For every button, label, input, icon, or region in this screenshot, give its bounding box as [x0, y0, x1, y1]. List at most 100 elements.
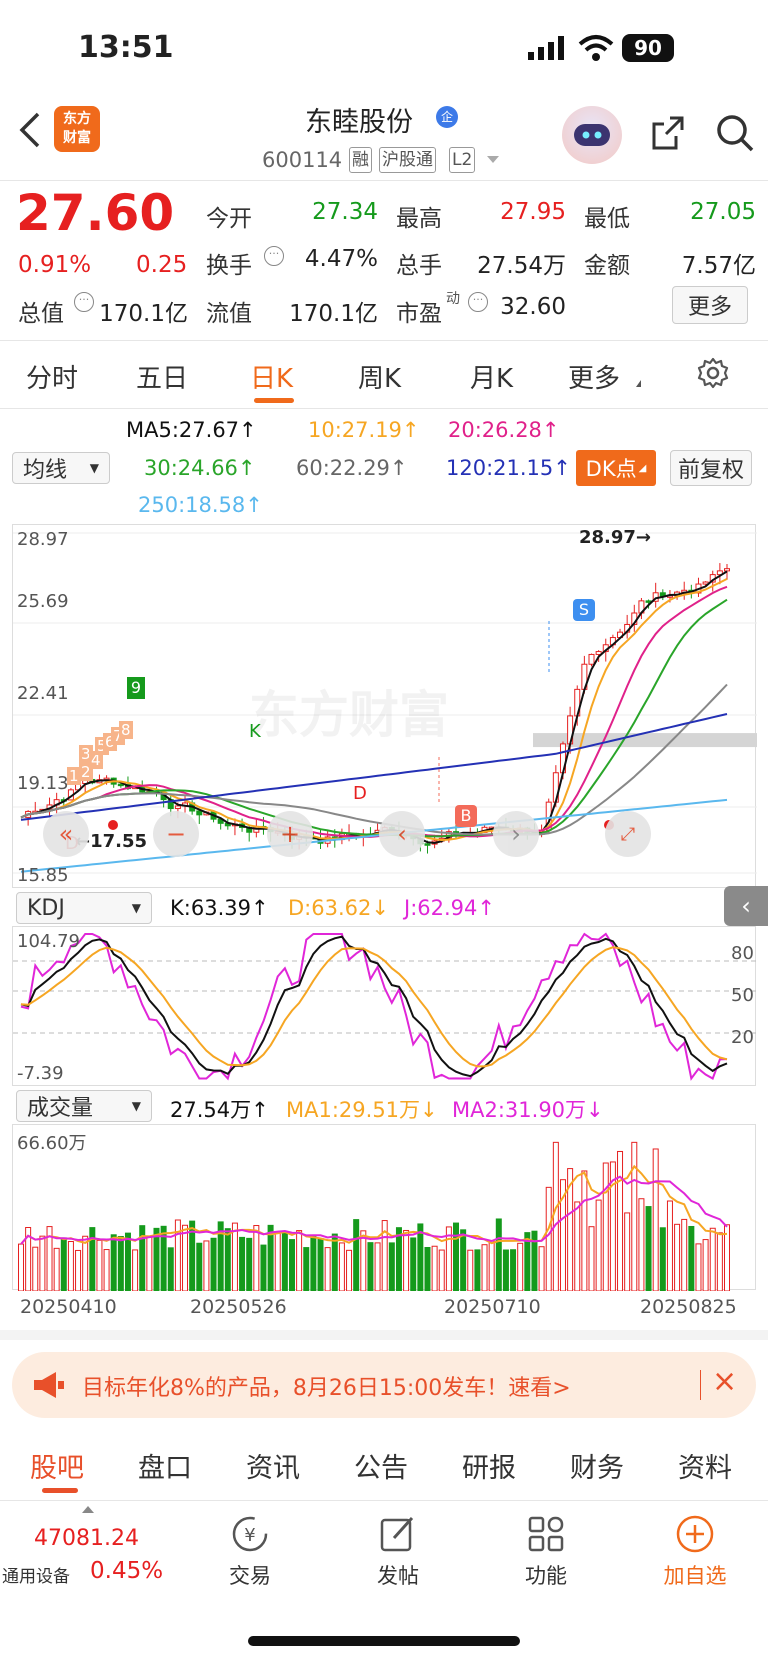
value-pe: 32.60 [500, 294, 566, 320]
info-dots-icon[interactable]: ··· [264, 246, 284, 266]
dropdown-caret-icon[interactable] [487, 156, 499, 163]
kdj-select[interactable]: KDJ ▼ [16, 892, 152, 924]
value-market-cap: 170.1亿 [99, 301, 188, 327]
battery-icon: 90 [622, 34, 674, 62]
volume-bar [32, 1246, 39, 1291]
adjust-button[interactable]: 前复权 [670, 450, 752, 486]
value-high: 27.95 [500, 199, 566, 225]
seq-num-8: 8 [119, 721, 133, 739]
volume-bar [538, 1246, 545, 1291]
kdj-y-bottom: -7.39 [17, 1063, 64, 1084]
tab-news[interactable]: 资讯 [246, 1446, 300, 1485]
volume-bar [253, 1225, 260, 1291]
tab-forum[interactable]: 股吧 [30, 1446, 84, 1485]
volume-bar [67, 1241, 74, 1291]
ma30-label: 30:24.66↑ [144, 456, 256, 480]
tab-weekly-k[interactable]: 周K [358, 358, 401, 395]
tab-orderbook[interactable]: 盘口 [138, 1446, 192, 1485]
candle-body [174, 805, 181, 810]
volume-bar [438, 1249, 445, 1291]
kdj-level-80: 80 [731, 943, 754, 964]
info-dots-icon[interactable]: ··· [468, 292, 488, 312]
scroll-left-fast-icon[interactable]: « [43, 811, 89, 857]
volume-select[interactable]: 成交量 ▼ [16, 1090, 152, 1122]
promo-banner[interactable]: 目标年化8%的产品，8月26日15:00发车！速看> × [12, 1352, 756, 1418]
volume-bar [281, 1231, 288, 1291]
volume-bar [39, 1235, 46, 1291]
nav-add-watchlist[interactable]: 加自选 [650, 1510, 740, 1590]
tab-more[interactable]: 更多 [568, 358, 620, 395]
tab-daily-k[interactable]: 日K [250, 358, 293, 395]
volume-bar [210, 1237, 217, 1291]
stock-code: 600114 [262, 148, 343, 172]
back-icon[interactable] [16, 110, 46, 150]
ai-robot-avatar[interactable] [562, 106, 622, 164]
tab-announcements[interactable]: 公告 [354, 1446, 408, 1485]
volume-bar [374, 1242, 381, 1291]
close-icon[interactable]: × [712, 1364, 737, 1399]
sector-name: 通用设备 [2, 1567, 70, 1587]
volume-bar [645, 1206, 652, 1291]
low-marker-value: 17.55 [90, 831, 148, 852]
indicator-select[interactable]: 均线 ▼ [12, 452, 110, 484]
kdj-level-20: 20 [731, 1027, 754, 1048]
signal-s-badge[interactable]: S [573, 599, 595, 621]
scroll-right-icon[interactable]: › [493, 811, 539, 857]
value-float-cap: 170.1亿 [289, 301, 378, 327]
label-low: 最低 [584, 206, 630, 232]
nav-post[interactable]: 发帖 [358, 1510, 438, 1590]
tab-intraday[interactable]: 分时 [26, 358, 78, 395]
change-percent: 0.91% [18, 252, 92, 278]
value-volume: 27.54万 [477, 253, 566, 279]
tab-profile[interactable]: 资料 [678, 1446, 732, 1485]
volume-bar [132, 1249, 139, 1291]
volume-bar [303, 1247, 310, 1291]
megaphone-icon [30, 1370, 66, 1400]
volume-bar [510, 1249, 517, 1291]
tab-research[interactable]: 研报 [462, 1446, 516, 1485]
volume-bar [574, 1201, 581, 1291]
zoom-in-icon[interactable]: + [267, 811, 313, 857]
volume-chart[interactable]: 66.60万 [12, 1124, 756, 1291]
tab-five-day[interactable]: 五日 [136, 358, 188, 395]
ma10-label: 10:27.19↑ [308, 418, 420, 442]
kdj-chart[interactable]: 104.79 -7.39 80 50 20 [12, 926, 757, 1086]
volume-bar [182, 1224, 189, 1291]
volume-bar [617, 1150, 624, 1291]
share-icon[interactable] [648, 112, 688, 152]
volume-bar [495, 1218, 502, 1291]
tab-monthly-k[interactable]: 月K [470, 358, 513, 395]
settings-gear-icon[interactable] [696, 356, 730, 390]
volume-bar [652, 1148, 659, 1291]
tag-l2: L2 [449, 147, 476, 173]
nav-trade[interactable]: ¥ 交易 [210, 1510, 290, 1590]
info-dots-icon[interactable]: ··· [74, 292, 94, 312]
kline-chart[interactable]: 东方财富 28.97 25.69 22.41 19.13 15.85 28.97… [12, 524, 757, 888]
ma5-label: MA5:27.67↑ [126, 418, 257, 442]
collapse-panel-icon[interactable]: ‹ [724, 886, 768, 926]
price-band [533, 733, 757, 748]
volume-bar [460, 1229, 467, 1291]
more-button[interactable]: 更多 [672, 286, 748, 324]
nav-functions[interactable]: 功能 [506, 1510, 586, 1590]
volume-bar [417, 1223, 424, 1291]
volume-bar [82, 1235, 89, 1291]
fullscreen-icon[interactable]: ⤢ [605, 811, 651, 857]
tab-finance[interactable]: 财务 [570, 1446, 624, 1485]
app-logo[interactable]: 东方 财富 [54, 106, 100, 152]
volume-bar [246, 1237, 253, 1291]
signal-b-badge[interactable]: B [455, 805, 477, 827]
zoom-out-icon[interactable]: − [153, 811, 199, 857]
candle-body [117, 783, 124, 787]
volume-bar [595, 1199, 602, 1291]
dk-point-button[interactable]: DK点 ◢ [576, 450, 656, 486]
volume-bar [403, 1229, 410, 1291]
select-caret-icon: ▼ [131, 901, 141, 915]
sector-index-value: 47081.24 [34, 1526, 139, 1551]
sector-index-widget[interactable]: 47081.24 通用设备 0.45% [0, 1504, 170, 1594]
svg-text:¥: ¥ [244, 1525, 255, 1546]
scroll-left-icon[interactable]: ‹ [379, 811, 425, 857]
value-open: 27.34 [312, 199, 378, 225]
search-icon[interactable] [714, 112, 756, 154]
volume-bar [338, 1242, 345, 1291]
